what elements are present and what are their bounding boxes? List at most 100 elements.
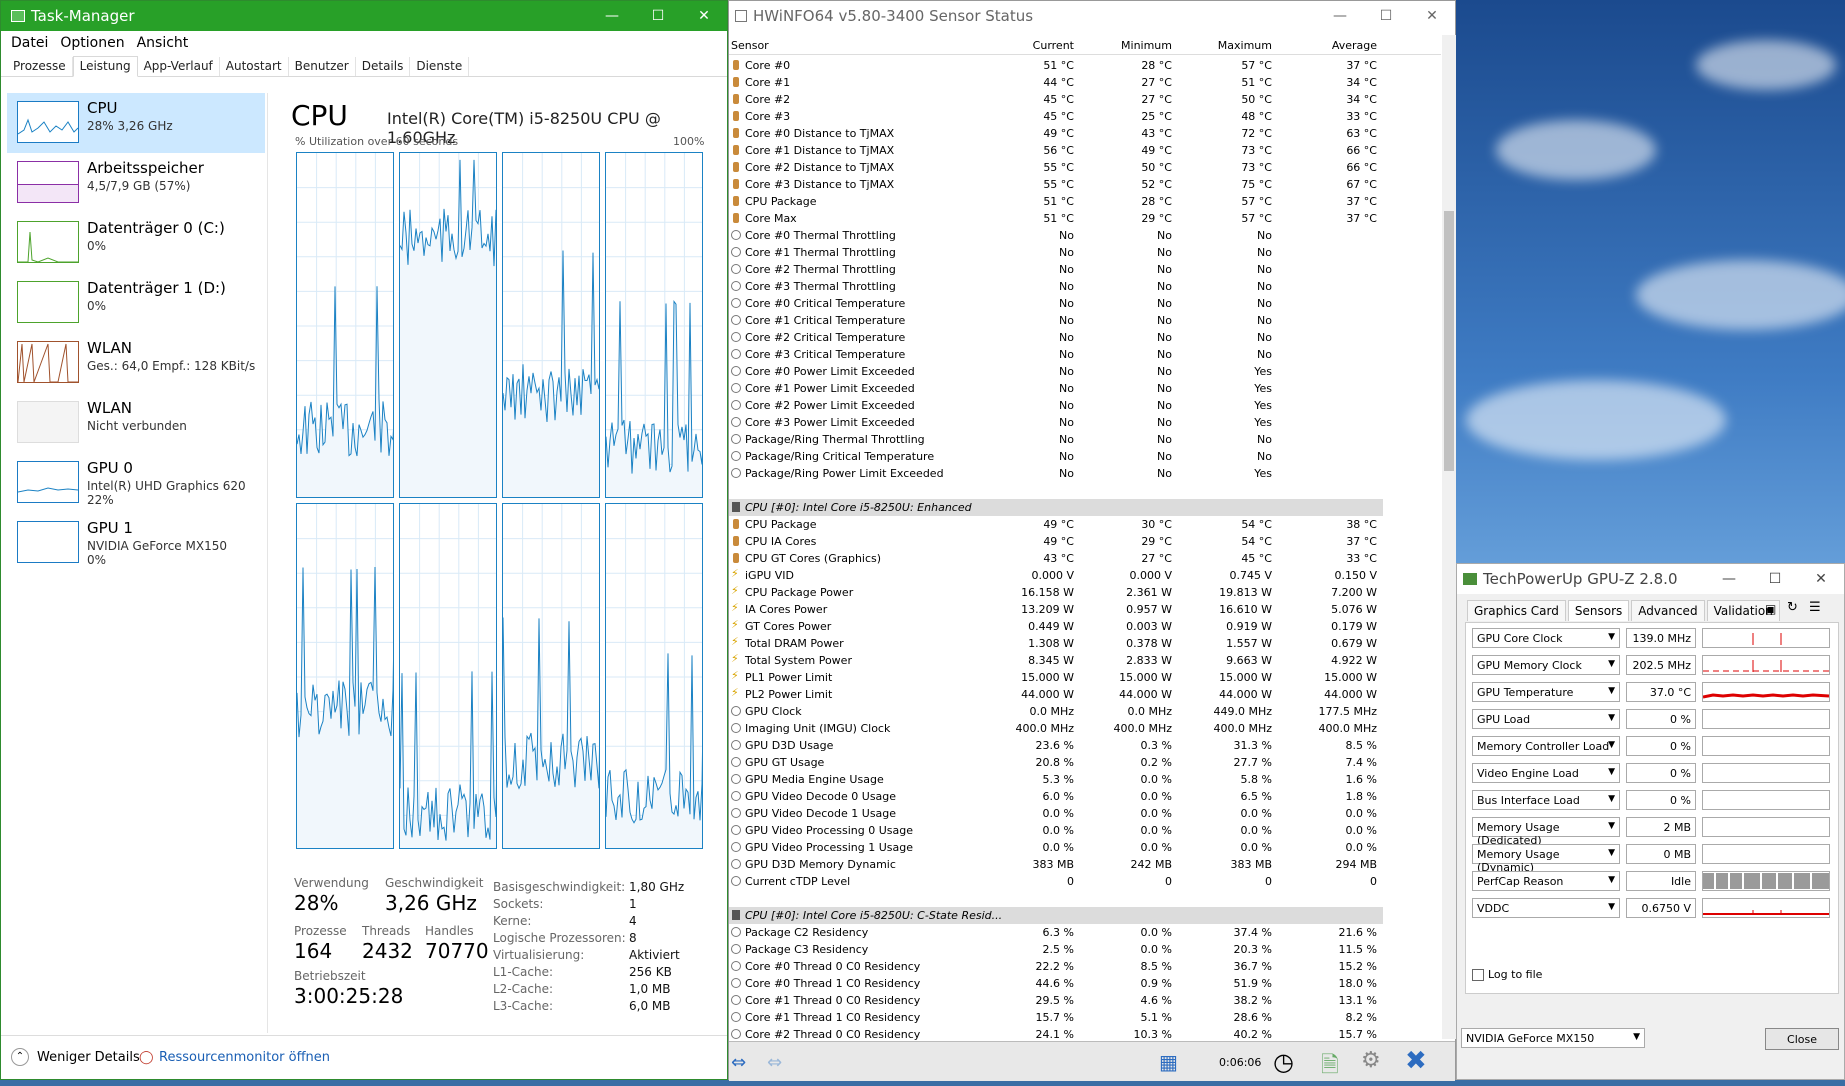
- sensor-row[interactable]: Core #0 Power Limit Exceeded No No Yes: [729, 363, 1441, 380]
- sensor-row[interactable]: Core #0 Critical Temperature No No No: [729, 295, 1441, 312]
- sensor-row[interactable]: GPU Video Decode 1 Usage 0.0 % 0.0 % 0.0 % 0…: [729, 805, 1441, 822]
- sensor-row[interactable]: ⚡ Total DRAM Power 1.308 W 0.378 W 1.557 W 0.…: [729, 635, 1441, 652]
- sensor-row[interactable]: Core #3 Distance to TjMAX 55 °C 52 °C 75 °C…: [729, 176, 1441, 193]
- sensor-row[interactable]: Core #1 Thread 1 C0 Residency 15.7 % 5.1 %…: [729, 1009, 1441, 1026]
- sensor-group-header[interactable]: CPU [#0]: Intel Core i5-8250U: C-State R…: [729, 907, 1383, 924]
- chevron-up-icon[interactable]: ⌃: [11, 1048, 29, 1066]
- sensor-row[interactable]: Core Max 51 °C 29 °C 57 °C 37 °C: [729, 210, 1441, 227]
- scrollbar[interactable]: [1442, 35, 1456, 1039]
- log-checkbox[interactable]: [1472, 969, 1484, 981]
- sensor-row[interactable]: CPU Package 51 °C 28 °C 57 °C 37 °C: [729, 193, 1441, 210]
- sensor-row[interactable]: Package/Ring Critical Temperature No No No: [729, 448, 1441, 465]
- tab-dienste[interactable]: Dienste: [410, 57, 470, 76]
- sensor-row[interactable]: Core #1 Critical Temperature No No No: [729, 312, 1441, 329]
- sensor-row[interactable]: ⚡ CPU Package Power 16.158 W 2.361 W 19.813 …: [729, 584, 1441, 601]
- device-select[interactable]: NVIDIA GeForce MX150 ▼: [1461, 1028, 1645, 1048]
- col-average[interactable]: Average: [729, 39, 1377, 52]
- sensor-row[interactable]: Core #3 45 °C 25 °C 48 °C 33 °C: [729, 108, 1441, 125]
- sensor-row[interactable]: Core #1 Power Limit Exceeded No No Yes: [729, 380, 1441, 397]
- less-details-link[interactable]: Weniger Details: [37, 1050, 140, 1065]
- minimize-button[interactable]: —: [1706, 571, 1752, 587]
- sensor-row[interactable]: Core #3 Thermal Throttling No No No: [729, 278, 1441, 295]
- tab-benutzer[interactable]: Benutzer: [289, 57, 356, 76]
- sensor-row[interactable]: Core #0 Distance to TjMAX 49 °C 43 °C 72 °C…: [729, 125, 1441, 142]
- clock-icon[interactable]: ◷: [1273, 1048, 1294, 1076]
- sensor-row[interactable]: GPU D3D Usage 23.6 % 0.3 % 31.3 % 8.5 %: [729, 737, 1441, 754]
- sensor-row[interactable]: GPU Clock 0.0 MHz 0.0 MHz 449.0 MHz 177.5 MH…: [729, 703, 1441, 720]
- maximize-button[interactable]: ☐: [635, 8, 681, 24]
- sensor-row[interactable]: GPU Video Processing 0 Usage 0.0 % 0.0 % 0.…: [729, 822, 1441, 839]
- tab-autostart[interactable]: Autostart: [220, 57, 289, 76]
- sensor-row[interactable]: CPU Package 49 °C 30 °C 54 °C 38 °C: [729, 516, 1441, 533]
- sensor-row[interactable]: Core #0 Thread 1 C0 Residency 44.6 % 0.9 %…: [729, 975, 1441, 992]
- nav-arrows-icon-2[interactable]: ⇔: [767, 1052, 782, 1073]
- sidebar-item-cpu[interactable]: CPU 28% 3,26 GHz: [7, 93, 265, 153]
- sidebar-item-arbeitsspeicher[interactable]: Arbeitsspeicher 4,5/7,9 GB (57%): [7, 153, 265, 213]
- close-icon[interactable]: ✖: [1405, 1046, 1427, 1076]
- sensor-row[interactable]: Core #2 Critical Temperature No No No: [729, 329, 1441, 346]
- gpuz-sensor-select[interactable]: Memory Usage (Dedicated) ▼: [1472, 817, 1620, 847]
- refresh-icon[interactable]: ↻: [1787, 600, 1798, 615]
- sensor-row[interactable]: Core #1 Distance to TjMAX 56 °C 49 °C 73 °C…: [729, 142, 1441, 159]
- sensor-row[interactable]: Core #3 Critical Temperature No No No: [729, 346, 1441, 363]
- sensor-row[interactable]: ⚡ PL2 Power Limit 44.000 W 44.000 W 44.000 W…: [729, 686, 1441, 703]
- tab-details[interactable]: Details: [356, 57, 411, 76]
- sensor-row[interactable]: ⚡ PL1 Power Limit 15.000 W 15.000 W 15.000 W…: [729, 669, 1441, 686]
- tab-advanced[interactable]: Advanced: [1631, 600, 1705, 621]
- report-icon[interactable]: 🗎: [1321, 1048, 1339, 1086]
- gpuz-sensor-select[interactable]: Video Engine Load ▼: [1472, 763, 1620, 783]
- tab-prozesse[interactable]: Prozesse: [7, 57, 73, 76]
- sensor-row[interactable]: Core #0 51 °C 28 °C 57 °C 37 °C: [729, 57, 1441, 74]
- sidebar-item-datentraeger-1[interactable]: Datenträger 1 (D:) 0%: [7, 273, 265, 333]
- gpuz-sensor-select[interactable]: GPU Load ▼: [1472, 709, 1620, 729]
- close-gpuz-button[interactable]: Close: [1765, 1028, 1839, 1050]
- close-button[interactable]: ✕: [1798, 571, 1844, 587]
- sensor-row[interactable]: Current cTDP Level 0 0 0 0: [729, 873, 1441, 890]
- sensor-row[interactable]: Package C3 Residency 2.5 % 0.0 % 20.3 % 11.5…: [729, 941, 1441, 958]
- menu-datei[interactable]: Datei: [5, 35, 54, 51]
- camera-icon[interactable]: ▣: [1765, 602, 1776, 616]
- sidebar-item-gpu-1[interactable]: GPU 1 NVIDIA GeForce MX150 0%: [7, 513, 265, 573]
- sensor-row[interactable]: Core #0 Thermal Throttling No No No: [729, 227, 1441, 244]
- sensor-row[interactable]: Core #2 Thermal Throttling No No No: [729, 261, 1441, 278]
- sensor-row[interactable]: GPU D3D Memory Dynamic 383 MB 242 MB 383 MB…: [729, 856, 1441, 873]
- gpuz-sensor-select[interactable]: GPU Core Clock ▼: [1472, 628, 1620, 648]
- sensor-row[interactable]: Package C2 Residency 6.3 % 0.0 % 37.4 % 21.6…: [729, 924, 1441, 941]
- sensor-row[interactable]: GPU GT Usage 20.8 % 0.2 % 27.7 % 7.4 %: [729, 754, 1441, 771]
- tab-graphics-card[interactable]: Graphics Card: [1467, 600, 1566, 621]
- nav-arrows-icon[interactable]: ⇔: [731, 1052, 746, 1073]
- sensor-row[interactable]: Package/Ring Power Limit Exceeded No No Yes: [729, 465, 1441, 482]
- sensor-row[interactable]: GPU Media Engine Usage 5.3 % 0.0 % 5.8 % 1.6…: [729, 771, 1441, 788]
- menu-ansicht[interactable]: Ansicht: [131, 35, 195, 51]
- sensor-group-header[interactable]: CPU [#0]: Intel Core i5-8250U: Enhanced: [729, 499, 1383, 516]
- sensor-row[interactable]: Core #1 Thermal Throttling No No No: [729, 244, 1441, 261]
- sensor-row[interactable]: Package/Ring Thermal Throttling No No No: [729, 431, 1441, 448]
- gpuz-sensor-select[interactable]: PerfCap Reason ▼: [1472, 871, 1620, 891]
- sensor-row[interactable]: GPU Video Decode 0 Usage 6.0 % 0.0 % 6.5 % 1…: [729, 788, 1441, 805]
- sensor-row[interactable]: Core #1 Thread 0 C0 Residency 29.5 % 4.6 %…: [729, 992, 1441, 1009]
- sensor-row[interactable]: CPU GT Cores (Graphics) 43 °C 27 °C 45 °C 33…: [729, 550, 1441, 567]
- sensor-row[interactable]: CPU IA Cores 49 °C 29 °C 54 °C 37 °C: [729, 533, 1441, 550]
- gpuz-sensor-select[interactable]: GPU Memory Clock ▼: [1472, 655, 1620, 675]
- menu-optionen[interactable]: Optionen: [54, 35, 130, 51]
- sensor-row[interactable]: ⚡ Total System Power 8.345 W 2.833 W 9.663 W…: [729, 652, 1441, 669]
- sensor-row[interactable]: Imaging Unit (IMGU) Clock 400.0 MHz 400.0 …: [729, 720, 1441, 737]
- sidebar-item-gpu-0[interactable]: GPU 0 Intel(R) UHD Graphics 620 22%: [7, 453, 265, 513]
- close-button[interactable]: ✕: [681, 8, 727, 24]
- menu-icon[interactable]: ☰: [1809, 600, 1821, 615]
- sensor-row[interactable]: Core #0 Thread 0 C0 Residency 22.2 % 8.5 %…: [729, 958, 1441, 975]
- tab-leistung[interactable]: Leistung: [72, 56, 138, 77]
- sensor-row[interactable]: Core #1 44 °C 27 °C 51 °C 34 °C: [729, 74, 1441, 91]
- tab-sensors[interactable]: Sensors: [1567, 600, 1630, 621]
- sensor-row[interactable]: ⚡ GT Cores Power 0.449 W 0.003 W 0.919 W 0.17…: [729, 618, 1441, 635]
- sensor-row[interactable]: ⚡ IA Cores Power 13.209 W 0.957 W 16.610 W 5.…: [729, 601, 1441, 618]
- maximize-button[interactable]: ☐: [1752, 571, 1798, 587]
- sidebar-item-wlan-2[interactable]: WLAN Nicht verbunden: [7, 393, 265, 453]
- sensor-row[interactable]: GPU Video Processing 1 Usage 0.0 % 0.0 % 0.…: [729, 839, 1441, 856]
- sensor-row[interactable]: Core #2 45 °C 27 °C 50 °C 34 °C: [729, 91, 1441, 108]
- sidebar-item-wlan[interactable]: WLAN Ges.: 64,0 Empf.: 128 KBit/s: [7, 333, 265, 393]
- settings-icon[interactable]: ⚙: [1361, 1048, 1381, 1073]
- sidebar-item-datentraeger-0[interactable]: Datenträger 0 (C:) 0%: [7, 213, 265, 273]
- minimize-button[interactable]: —: [589, 8, 635, 24]
- gpuz-sensor-select[interactable]: Bus Interface Load ▼: [1472, 790, 1620, 810]
